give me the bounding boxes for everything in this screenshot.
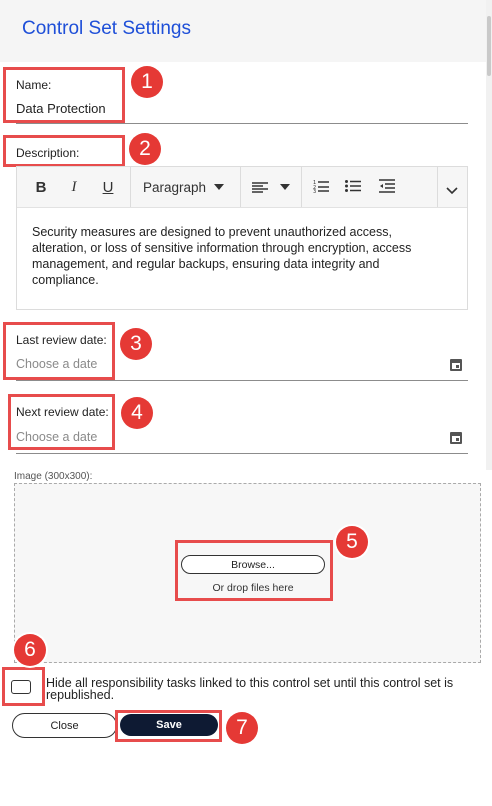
more-options-chevron-down-icon[interactable] [446,182,458,195]
highlight-box-4 [8,394,115,450]
toolbar-divider [130,167,131,207]
highlight-box-3 [3,322,115,380]
name-underline [16,123,468,124]
align-chevron-down-icon[interactable] [280,184,290,190]
bold-button[interactable]: B [30,176,52,198]
annotation-badge-4: 4 [121,397,153,429]
calendar-icon[interactable] [450,359,462,371]
calendar-icon[interactable] [450,432,462,444]
next-review-underline [16,453,468,454]
highlight-box-1 [3,67,125,123]
highlight-box-5 [175,540,333,601]
hide-tasks-label[interactable]: Hide all responsibility tasks linked to … [46,677,476,702]
scrollbar-thumb[interactable] [487,16,491,76]
highlight-box-7 [115,710,222,742]
underline-button[interactable]: U [97,176,119,198]
paragraph-format-dropdown[interactable]: Paragraph [143,176,211,198]
last-review-underline [16,380,468,381]
numbered-list-icon[interactable]: 123 [313,179,329,195]
toolbar-divider [301,167,302,207]
paragraph-chevron-down-icon[interactable] [214,184,224,190]
align-left-icon[interactable] [252,181,269,193]
dialog-title: Control Set Settings [22,18,191,39]
outdent-icon[interactable] [379,179,395,193]
toolbar-divider [240,167,241,207]
annotation-badge-1: 1 [131,66,163,98]
image-label: Image (300x300): [14,471,93,482]
annotation-badge-2: 2 [129,133,161,165]
description-text[interactable]: Security measures are designed to preven… [32,224,442,288]
highlight-box-2 [3,135,125,167]
close-button[interactable]: Close [12,713,117,738]
svg-text:3: 3 [313,189,316,193]
bulleted-list-icon[interactable] [345,179,361,193]
italic-button[interactable]: I [63,176,85,198]
highlight-box-6 [2,667,45,706]
annotation-badge-6: 6 [14,634,46,666]
annotation-badge-3: 3 [120,328,152,360]
toolbar-divider [437,167,438,207]
annotation-badge-7: 7 [226,712,258,744]
annotation-badge-5: 5 [336,526,368,558]
